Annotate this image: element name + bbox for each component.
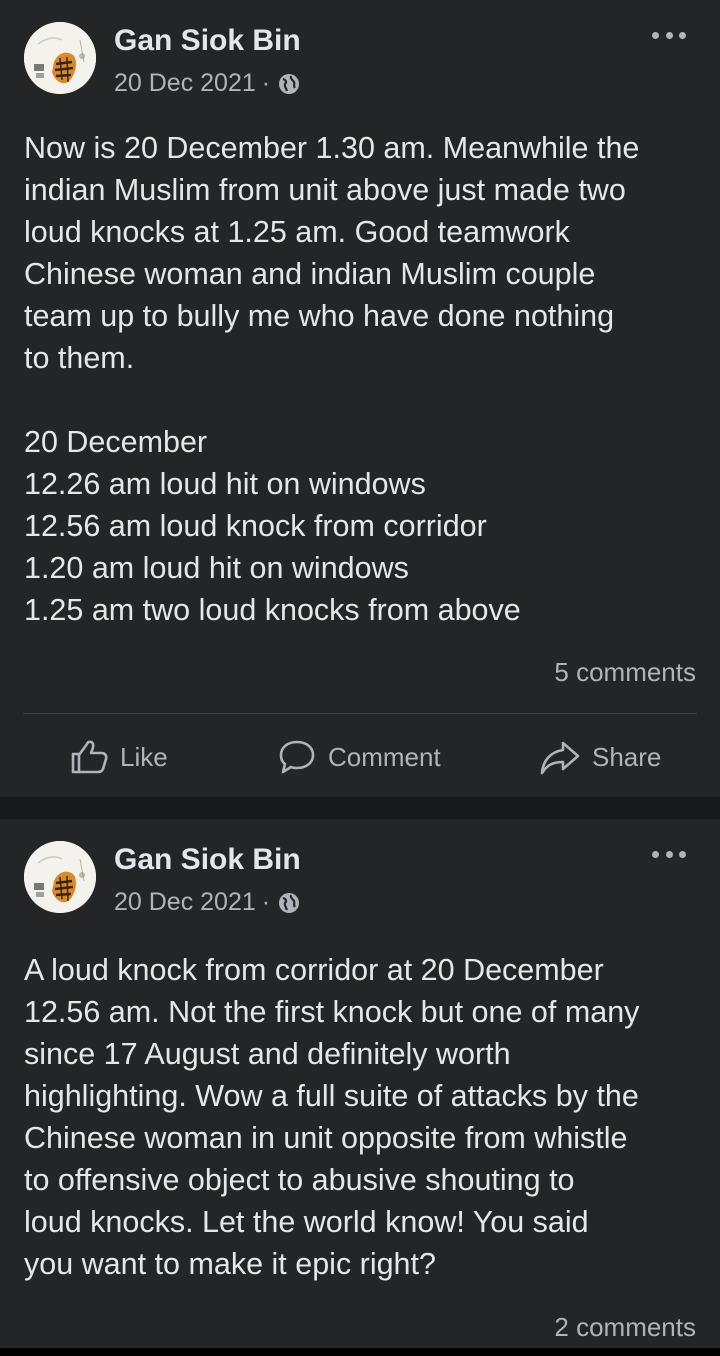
- comment-count-link[interactable]: 2 comments: [554, 1311, 696, 1343]
- author-name[interactable]: Gan Siok Bin: [114, 23, 301, 59]
- post-text: A loud knock from corridor at 20 Decembe…: [24, 953, 640, 1281]
- more-options-button[interactable]: [652, 845, 686, 863]
- post-card: Gan Siok Bin 20 Dec 2021 · Now is 20 Dec…: [0, 0, 720, 797]
- meta-separator: ·: [261, 69, 271, 97]
- post-date[interactable]: 20 Dec 2021: [114, 887, 256, 917]
- share-label: Share: [592, 741, 662, 772]
- post-actions: Like Comment Share: [0, 727, 720, 787]
- post-date[interactable]: 20 Dec 2021: [114, 68, 256, 98]
- author-name[interactable]: Gan Siok Bin: [114, 842, 301, 878]
- thumbs-up-icon: [71, 740, 108, 774]
- comment-label: Comment: [328, 741, 441, 772]
- more-dot-icon: [679, 850, 686, 858]
- share-button[interactable]: Share: [540, 727, 661, 787]
- share-arrow-icon: [540, 741, 580, 775]
- post-header: Gan Siok Bin 20 Dec 2021 ·: [0, 0, 720, 100]
- more-dot-icon: [652, 31, 659, 39]
- more-dot-icon: [679, 31, 686, 39]
- more-dot-icon: [652, 850, 659, 858]
- post-header: Gan Siok Bin 20 Dec 2021 ·: [0, 819, 720, 919]
- like-label: Like: [120, 741, 168, 772]
- meta-separator: ·: [261, 888, 271, 916]
- more-dot-icon: [665, 31, 673, 39]
- bottom-edge: [0, 1348, 720, 1356]
- globe-icon: [278, 891, 300, 913]
- globe-icon: [278, 72, 300, 94]
- divider: [23, 713, 697, 714]
- post-meta: 20 Dec 2021 ·: [114, 887, 300, 917]
- avatar-image: [24, 22, 96, 94]
- more-options-button[interactable]: [652, 26, 686, 44]
- post-text: Now is 20 December 1.30 am. Meanwhile th…: [24, 131, 640, 627]
- avatar[interactable]: [24, 841, 96, 913]
- comment-button[interactable]: Comment: [278, 727, 441, 787]
- more-dot-icon: [665, 850, 673, 858]
- post-meta: 20 Dec 2021 ·: [114, 68, 300, 98]
- comment-icon: [279, 740, 315, 774]
- avatar[interactable]: [24, 22, 96, 94]
- like-button[interactable]: Like: [70, 727, 168, 787]
- comment-count-link[interactable]: 5 comments: [554, 656, 696, 688]
- avatar-image: [24, 841, 96, 913]
